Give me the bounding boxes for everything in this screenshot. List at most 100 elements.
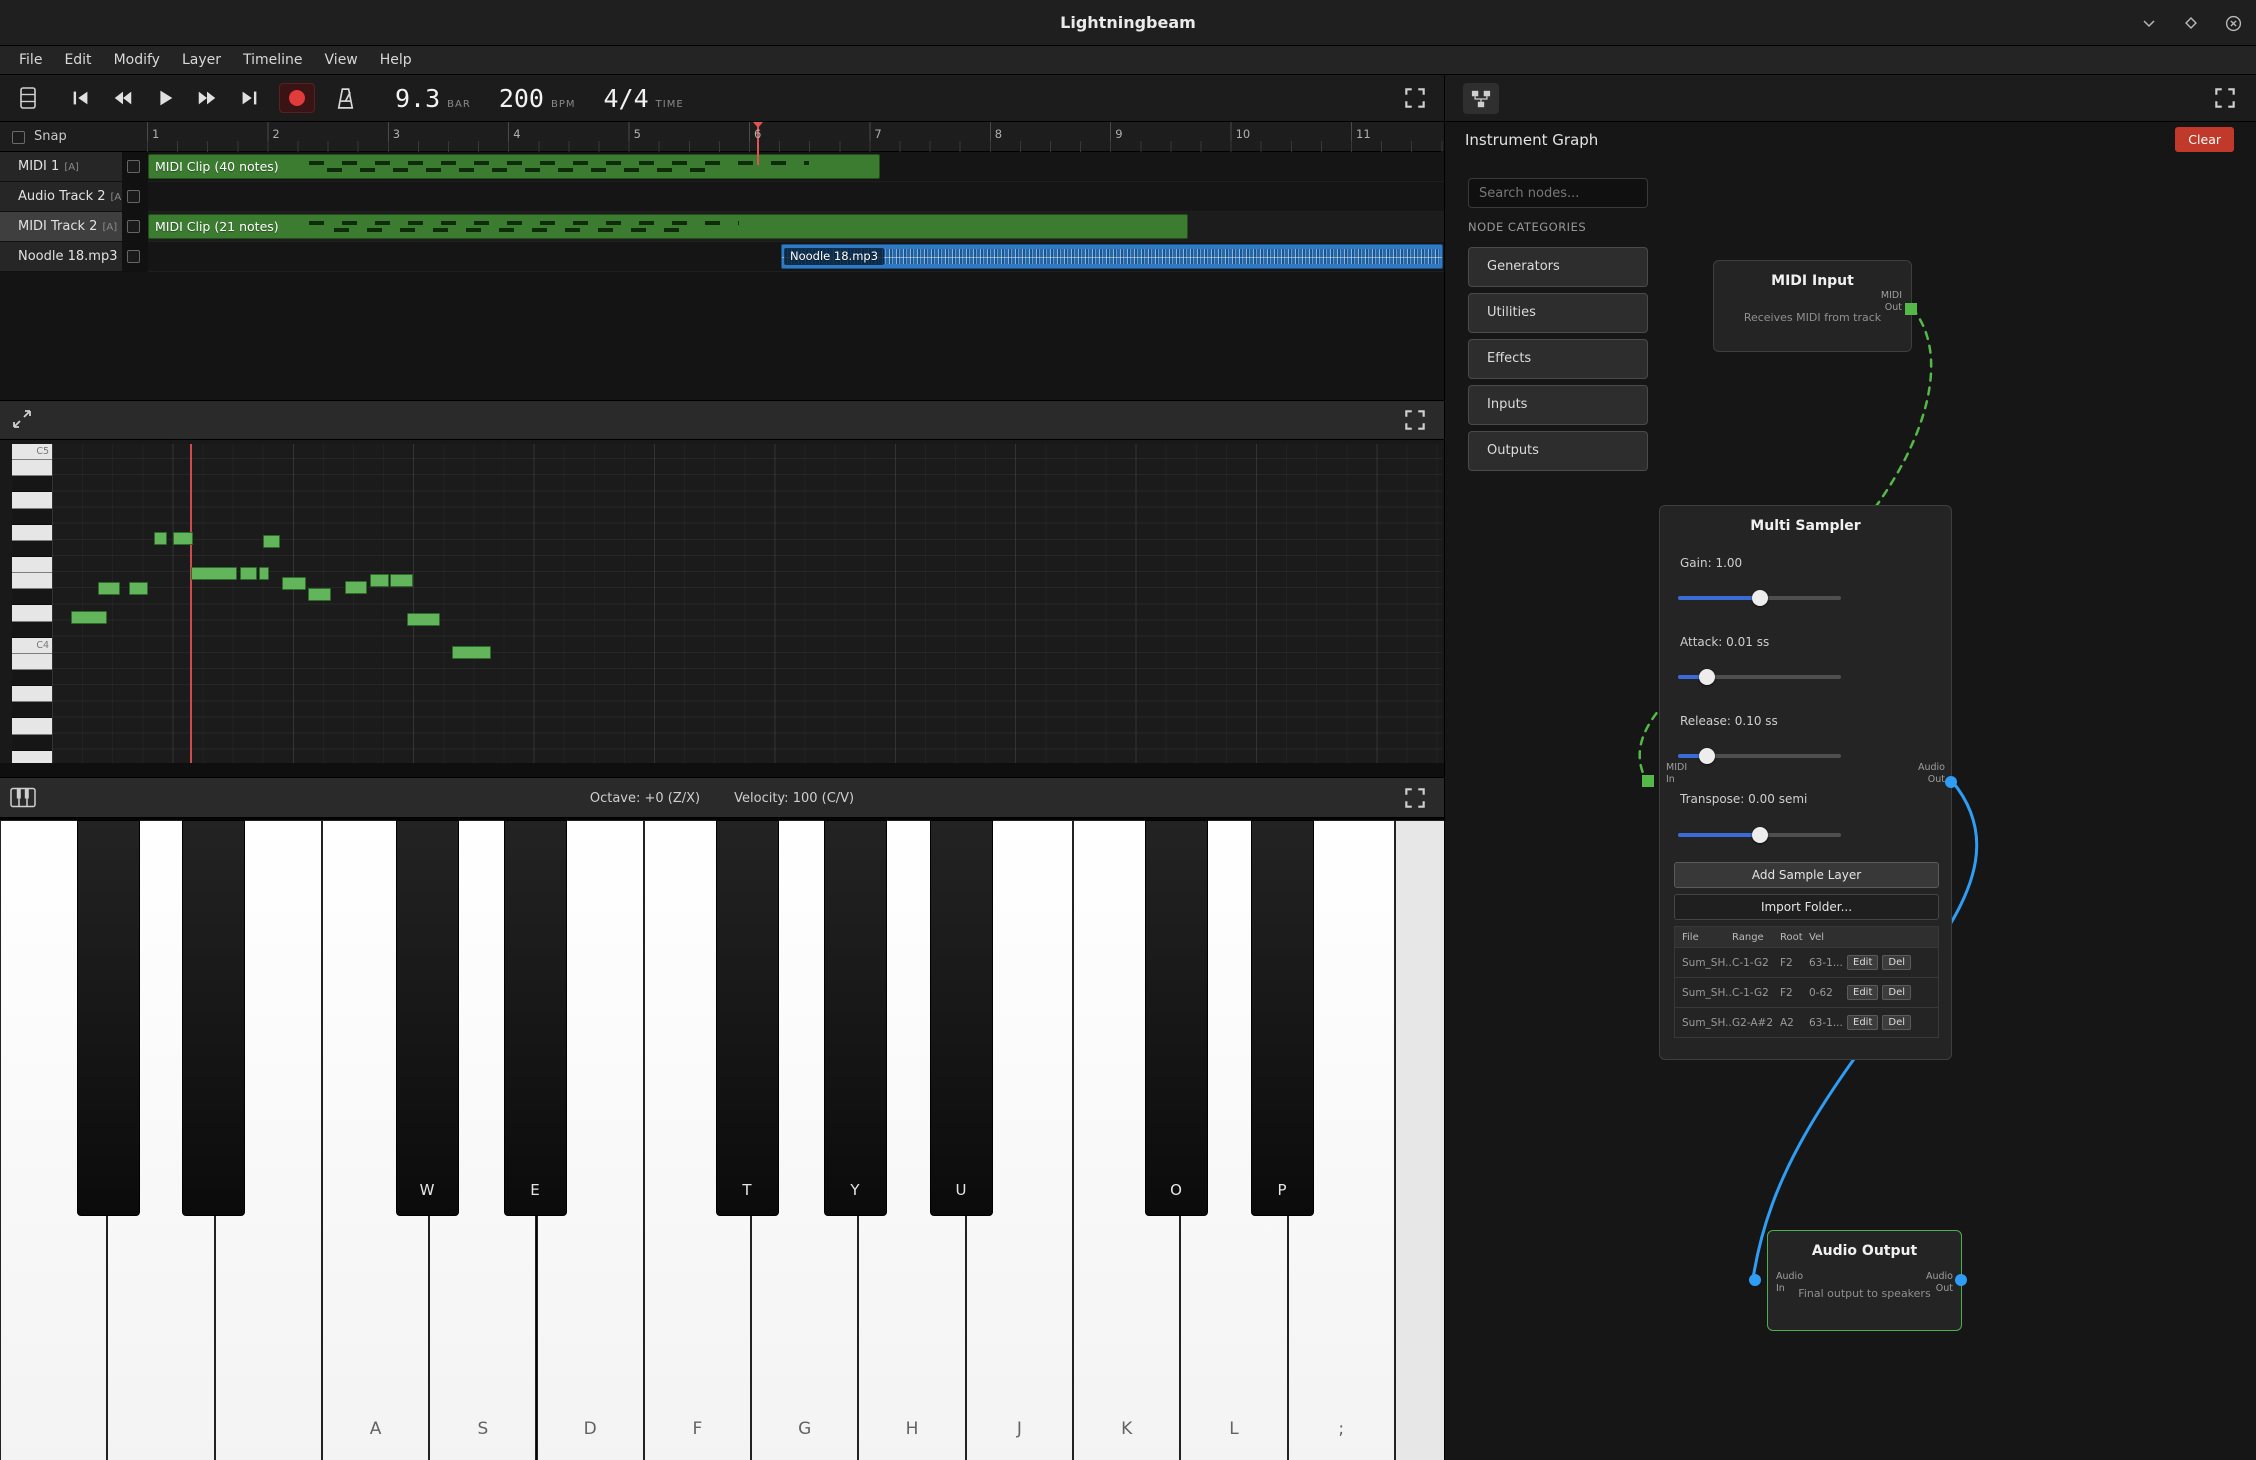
track-lane[interactable]: MIDI Clip (40 notes)	[148, 152, 1444, 182]
category-outputs[interactable]: Outputs	[1468, 431, 1648, 471]
midi-note[interactable]	[452, 646, 491, 659]
track-checkbox[interactable]	[127, 160, 140, 173]
menu-item-view[interactable]: View	[314, 48, 369, 72]
snap-checkbox[interactable]	[12, 131, 25, 144]
menu-item-modify[interactable]: Modify	[103, 48, 171, 72]
midi-note[interactable]	[282, 577, 306, 590]
track-header-midi2[interactable]: MIDI Track 2[A]	[0, 212, 122, 242]
audio-out-port[interactable]	[1945, 776, 1957, 788]
expand-panel-icon[interactable]	[10, 407, 38, 435]
graph-fullscreen-icon[interactable]	[2212, 85, 2240, 113]
black-key[interactable]: E	[504, 820, 567, 1216]
release-slider[interactable]	[1678, 754, 1841, 758]
black-key[interactable]	[182, 820, 245, 1216]
minimize-icon[interactable]	[2140, 14, 2158, 32]
node-midi-input[interactable]: MIDI Input Receives MIDI from track MIDI…	[1713, 260, 1912, 352]
maximize-icon[interactable]	[2182, 14, 2200, 32]
slider-knob[interactable]	[1752, 590, 1768, 606]
node-audio-output[interactable]: Audio Output Audio In Final output to sp…	[1767, 1230, 1962, 1331]
midi-note[interactable]	[98, 582, 120, 595]
piano-roll-grid[interactable]	[52, 444, 1442, 763]
black-key[interactable]: W	[396, 820, 459, 1216]
rewind-button[interactable]	[104, 81, 141, 115]
audio-out-port[interactable]	[1955, 1274, 1967, 1286]
timeline-ruler[interactable]: Snap 1234567891011	[0, 122, 1444, 152]
track-header-audio2[interactable]: Audio Track 2[A]	[0, 182, 122, 212]
menu-item-edit[interactable]: Edit	[53, 48, 102, 72]
black-key[interactable]: Y	[824, 820, 887, 1216]
midi-note[interactable]	[345, 581, 367, 594]
midi-note[interactable]	[240, 567, 257, 580]
track-lane[interactable]: Noodle 18.mp3	[148, 242, 1444, 272]
midi-in-port[interactable]	[1642, 775, 1654, 787]
node-graph-icon[interactable]	[1463, 83, 1499, 114]
node-multi-sampler[interactable]: Multi Sampler Gain: 1.00 Attack: 0.01 ss…	[1659, 505, 1952, 1060]
midi-note[interactable]	[71, 611, 107, 624]
track-header-midi1[interactable]: MIDI 1[A]	[0, 152, 122, 182]
delete-sample-button[interactable]: Del	[1882, 955, 1911, 970]
keyboard-fullscreen-icon[interactable]	[1402, 785, 1428, 815]
fast-forward-button[interactable]	[188, 81, 225, 115]
timeline-fullscreen-icon[interactable]	[1402, 85, 1430, 113]
piano-roll[interactable]: C5C4	[0, 440, 1444, 763]
midi-note[interactable]	[263, 535, 280, 548]
add-sample-layer-button[interactable]: Add Sample Layer	[1674, 862, 1939, 888]
edit-sample-button[interactable]: Edit	[1847, 955, 1878, 970]
attack-slider[interactable]	[1678, 675, 1841, 679]
slider-knob[interactable]	[1752, 827, 1768, 843]
edit-sample-button[interactable]: Edit	[1847, 985, 1878, 1000]
midi-clip[interactable]: MIDI Clip (21 notes)	[148, 214, 1188, 239]
menu-item-layer[interactable]: Layer	[171, 48, 232, 72]
time-signature-readout[interactable]: 4/4 TIME	[604, 84, 684, 113]
black-key[interactable]: T	[716, 820, 779, 1216]
search-nodes-input[interactable]	[1468, 178, 1648, 208]
midi-note[interactable]	[259, 567, 269, 580]
slider-knob[interactable]	[1699, 748, 1715, 764]
track-lane[interactable]: MIDI Clip (21 notes)	[148, 212, 1444, 242]
midi-note[interactable]	[370, 574, 389, 587]
skip-to-end-button[interactable]	[230, 81, 267, 115]
audio-clip[interactable]: Noodle 18.mp3	[781, 244, 1443, 269]
gain-slider[interactable]	[1678, 596, 1841, 600]
audio-in-port[interactable]	[1749, 1274, 1761, 1286]
midi-note[interactable]	[407, 613, 440, 626]
black-key[interactable]: O	[1145, 820, 1208, 1216]
midi-note[interactable]	[154, 532, 167, 545]
piano-roll-fullscreen-icon[interactable]	[1402, 407, 1430, 435]
clear-graph-button[interactable]: Clear	[2175, 127, 2234, 152]
record-button[interactable]	[279, 83, 315, 113]
slider-knob[interactable]	[1699, 669, 1715, 685]
midi-note[interactable]	[390, 574, 413, 587]
category-effects[interactable]: Effects	[1468, 339, 1648, 379]
midi-note[interactable]	[191, 567, 237, 580]
white-key[interactable]	[1395, 820, 1444, 1460]
midi-note[interactable]	[173, 532, 193, 545]
tempo-readout[interactable]: 200 BPM	[499, 84, 576, 113]
close-icon[interactable]	[2224, 14, 2242, 32]
track-lane[interactable]	[148, 182, 1444, 212]
delete-sample-button[interactable]: Del	[1882, 1015, 1911, 1030]
transpose-slider[interactable]	[1678, 833, 1841, 837]
skip-to-start-button[interactable]	[62, 81, 99, 115]
delete-sample-button[interactable]: Del	[1882, 985, 1911, 1000]
midi-out-port[interactable]	[1905, 303, 1917, 315]
timeline-mode-icon[interactable]	[12, 80, 44, 116]
black-key[interactable]: U	[930, 820, 993, 1216]
track-checkbox[interactable]	[127, 250, 140, 263]
track-checkbox[interactable]	[127, 190, 140, 203]
category-generators[interactable]: Generators	[1468, 247, 1648, 287]
menu-item-timeline[interactable]: Timeline	[232, 48, 314, 72]
midi-note[interactable]	[129, 582, 148, 595]
track-header-noodle[interactable]: Noodle 18.mp3	[0, 242, 122, 272]
black-key[interactable]	[77, 820, 140, 1216]
menu-item-file[interactable]: File	[8, 48, 53, 72]
edit-sample-button[interactable]: Edit	[1847, 1015, 1878, 1030]
track-checkbox[interactable]	[127, 220, 140, 233]
menu-item-help[interactable]: Help	[369, 48, 423, 72]
midi-note[interactable]	[308, 588, 331, 601]
category-inputs[interactable]: Inputs	[1468, 385, 1648, 425]
piano-keyboard[interactable]: ASDFGHJKL;WETYUOP	[0, 818, 1444, 1460]
play-button[interactable]	[146, 81, 183, 115]
midi-clip[interactable]: MIDI Clip (40 notes)	[148, 154, 880, 179]
metronome-button[interactable]	[327, 81, 363, 115]
